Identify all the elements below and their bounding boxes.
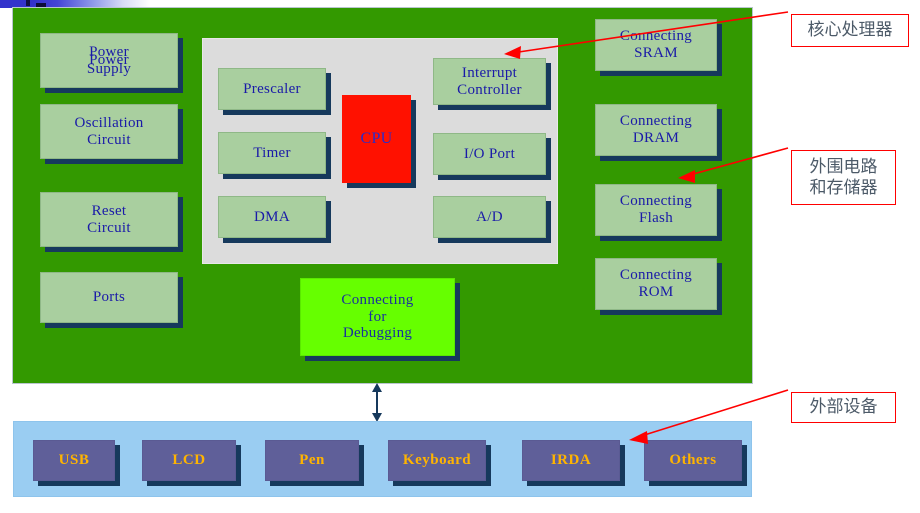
text-line: Connecting <box>341 291 414 308</box>
block-timer-label: Timer <box>253 144 291 161</box>
diagram-canvas: Power Power Supply Oscillation Circuit R… <box>0 0 920 513</box>
peripheral-lcd[interactable]: LCD <box>142 440 236 481</box>
text-line: Reset <box>91 202 127 219</box>
text-line: Circuit <box>87 219 131 236</box>
block-ports[interactable]: Ports <box>40 272 178 323</box>
block-interrupt-controller-text: Interrupt Controller <box>433 58 546 105</box>
text-line: Interrupt <box>461 64 518 81</box>
text-line: Connecting <box>619 193 693 210</box>
block-cpu[interactable]: CPU <box>342 95 411 183</box>
block-connecting-rom-text: Connecting ROM <box>595 258 717 310</box>
text-line: Debugging <box>342 325 413 342</box>
peripheral-lcd-label: LCD <box>172 452 206 468</box>
text-line: DRAM <box>632 130 680 146</box>
bus-arrow-icon <box>372 383 382 422</box>
text-line: Connecting <box>619 28 693 45</box>
text-line: SRAM <box>634 45 678 61</box>
block-reset-circuit-text: Reset Circuit <box>40 192 178 247</box>
peripheral-keyboard-label: Keyboard <box>402 452 472 468</box>
text-line: Flash <box>638 210 673 226</box>
strip-mark-right <box>36 3 46 7</box>
peripheral-usb[interactable]: USB <box>33 440 115 481</box>
peripheral-pen[interactable]: Pen <box>265 440 359 481</box>
block-prescaler-label: Prescaler <box>243 80 301 97</box>
strip-mark-left <box>26 0 30 6</box>
block-connecting-for-debugging-text: Connecting for Debugging <box>300 278 455 356</box>
peripheral-others[interactable]: Others <box>644 440 742 481</box>
text-line: ROM <box>638 284 674 300</box>
text-line: Oscillation <box>74 114 144 131</box>
peripheral-usb-label: USB <box>58 452 90 468</box>
block-ports-label: Ports <box>92 289 126 306</box>
text-line: Supply <box>86 60 132 77</box>
text-line: for <box>368 308 387 325</box>
text-line: Connecting <box>619 267 693 284</box>
text-line: Controller <box>457 81 522 98</box>
block-oscillation-circuit-text: Oscillation Circuit <box>40 104 178 159</box>
block-dma-label: DMA <box>254 208 290 225</box>
block-io-port[interactable]: I/O Port <box>433 133 546 175</box>
callout-core-processor: 核心处理器 <box>791 14 909 47</box>
peripheral-irda[interactable]: IRDA <box>522 440 620 481</box>
peripheral-keyboard[interactable]: Keyboard <box>388 440 486 481</box>
text-line: Power <box>89 43 129 60</box>
text-line: Connecting <box>619 113 693 130</box>
block-timer[interactable]: Timer <box>218 132 326 174</box>
block-prescaler[interactable]: Prescaler <box>218 68 326 110</box>
text-line: 和存储器 <box>809 177 878 198</box>
text-line: Circuit <box>87 131 131 148</box>
block-connecting-dram-text: Connecting DRAM <box>595 104 717 156</box>
block-cpu-label: CPU <box>360 130 393 148</box>
block-connecting-sram-text: Connecting SRAM <box>595 19 717 71</box>
peripheral-others-label: Others <box>669 452 717 468</box>
block-ad-converter[interactable]: A/D <box>433 196 546 238</box>
peripheral-irda-label: IRDA <box>550 452 592 468</box>
text-line: 外围电路 <box>809 156 878 177</box>
top-gradient-strip <box>0 0 150 8</box>
callout-external-devices: 外部设备 <box>791 392 896 423</box>
callout-peripheral-memory: 外围电路 和存储器 <box>791 150 896 205</box>
block-io-port-label: I/O Port <box>463 145 516 162</box>
block-power-supply-text: Power Supply <box>40 33 178 88</box>
callout-external-devices-label: 外部设备 <box>809 397 878 418</box>
external-devices-panel <box>13 421 752 497</box>
callout-core-processor-label: 核心处理器 <box>807 20 893 41</box>
block-ad-label: A/D <box>476 208 503 225</box>
peripheral-pen-label: Pen <box>299 452 325 468</box>
block-connecting-flash-text: Connecting Flash <box>595 184 717 236</box>
block-dma[interactable]: DMA <box>218 196 326 238</box>
